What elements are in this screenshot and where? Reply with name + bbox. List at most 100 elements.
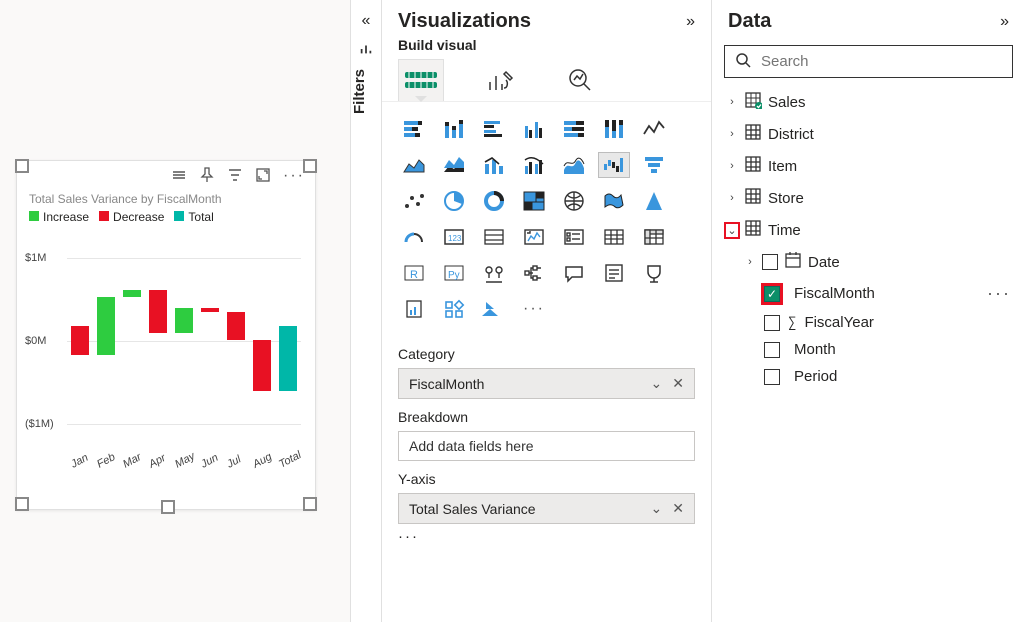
expand-filters-icon[interactable]: « xyxy=(351,0,381,42)
power-automate-icon[interactable] xyxy=(478,296,510,322)
stacked-column-chart-icon[interactable] xyxy=(438,116,470,142)
resize-handle[interactable] xyxy=(15,159,29,173)
drill-icon[interactable] xyxy=(171,167,187,186)
resize-handle[interactable] xyxy=(303,497,317,511)
gauge-icon[interactable] xyxy=(398,224,430,250)
chevron-right-icon[interactable]: › xyxy=(726,128,738,140)
chart-bar[interactable] xyxy=(97,297,115,355)
smart-narrative-icon[interactable] xyxy=(598,260,630,286)
100pct-stacked-column-icon[interactable] xyxy=(598,116,630,142)
chevron-right-icon[interactable]: › xyxy=(726,96,738,108)
remove-field-icon[interactable]: ✕ xyxy=(672,500,684,517)
area-chart-icon[interactable] xyxy=(398,152,430,178)
chart-bar[interactable] xyxy=(227,312,245,341)
checkbox[interactable] xyxy=(764,342,780,358)
azure-map-icon[interactable] xyxy=(638,188,670,214)
resize-handle[interactable] xyxy=(15,497,29,511)
chart-bar[interactable] xyxy=(279,326,297,391)
filters-pane-collapsed[interactable]: « Filters xyxy=(350,0,382,622)
checkbox[interactable] xyxy=(764,315,780,331)
chart-bar[interactable] xyxy=(149,290,167,333)
chart-bar[interactable] xyxy=(201,308,219,312)
chart-bar[interactable] xyxy=(123,290,141,297)
table-district[interactable]: ›District xyxy=(724,118,1013,150)
field-fiscalmonth[interactable]: ✓FiscalMonth··· xyxy=(724,278,1013,309)
qna-icon[interactable] xyxy=(558,260,590,286)
clustered-column-chart-icon[interactable] xyxy=(518,116,550,142)
chevron-right-icon[interactable]: › xyxy=(726,160,738,172)
checkbox[interactable] xyxy=(764,369,780,385)
key-influencers-icon[interactable] xyxy=(478,260,510,286)
pin-icon[interactable] xyxy=(199,167,215,186)
slicer-icon[interactable] xyxy=(558,224,590,250)
resize-handle[interactable] xyxy=(303,159,317,173)
waterfall-chart-icon[interactable] xyxy=(598,152,630,178)
well-breakdown[interactable]: Add data fields here xyxy=(398,431,695,461)
chart-bar[interactable] xyxy=(71,326,89,355)
viz-tab-strip xyxy=(382,53,711,102)
more-options-icon[interactable]: ··· xyxy=(283,167,305,186)
metrics-icon[interactable] xyxy=(638,260,670,286)
py-visual-icon[interactable]: Py xyxy=(438,260,470,286)
matrix-icon[interactable] xyxy=(638,224,670,250)
ribbon-chart-icon[interactable] xyxy=(558,152,590,178)
tab-build-visual[interactable] xyxy=(398,59,444,101)
collapse-data-icon[interactable]: » xyxy=(1000,13,1009,31)
collapse-viz-icon[interactable]: » xyxy=(686,13,695,31)
chevron-down-icon[interactable]: ⌄ xyxy=(726,224,738,237)
stacked-bar-chart-icon[interactable] xyxy=(398,116,430,142)
chart-bar[interactable] xyxy=(253,340,271,390)
more-wells-icon[interactable]: ··· xyxy=(398,524,695,545)
r-visual-icon[interactable]: R xyxy=(398,260,430,286)
well-category[interactable]: FiscalMonth ⌄✕ xyxy=(398,368,695,399)
table-sales[interactable]: ›Sales xyxy=(724,86,1013,118)
paginated-report-icon[interactable] xyxy=(398,296,430,322)
table-time[interactable]: ⌄Time xyxy=(724,214,1013,246)
line-chart-icon[interactable] xyxy=(638,116,670,142)
scatter-chart-icon[interactable] xyxy=(398,188,430,214)
search-box[interactable] xyxy=(724,45,1013,78)
chevron-right-icon[interactable]: › xyxy=(726,192,738,204)
decomposition-tree-icon[interactable] xyxy=(518,260,550,286)
checkbox[interactable] xyxy=(762,254,778,270)
line-stacked-column-icon[interactable] xyxy=(478,152,510,178)
checkbox[interactable]: ✓ xyxy=(764,286,780,302)
kpi-icon[interactable] xyxy=(518,224,550,250)
treemap-icon[interactable] xyxy=(518,188,550,214)
field-more-icon[interactable]: ··· xyxy=(987,283,1011,304)
pie-chart-icon[interactable] xyxy=(438,188,470,214)
get-more-visuals-icon[interactable]: ··· xyxy=(518,296,550,322)
remove-field-icon[interactable]: ✕ xyxy=(672,375,684,392)
map-icon[interactable] xyxy=(558,188,590,214)
field-month[interactable]: Month xyxy=(724,336,1013,363)
chevron-down-icon[interactable]: ⌄ xyxy=(651,500,663,517)
funnel-chart-icon[interactable] xyxy=(638,152,670,178)
field-period[interactable]: Period xyxy=(724,363,1013,390)
chart-bar[interactable] xyxy=(175,308,193,333)
power-apps-icon[interactable] xyxy=(438,296,470,322)
filled-map-icon[interactable] xyxy=(598,188,630,214)
resize-handle[interactable] xyxy=(161,500,175,514)
report-canvas[interactable]: ··· Total Sales Variance by FiscalMonth … xyxy=(0,0,350,622)
table-icon[interactable] xyxy=(598,224,630,250)
chevron-right-icon[interactable]: › xyxy=(744,256,756,268)
100pct-stacked-bar-icon[interactable] xyxy=(558,116,590,142)
field-date[interactable]: ›Date xyxy=(724,246,1013,278)
clustered-bar-chart-icon[interactable] xyxy=(478,116,510,142)
visual-waterfall[interactable]: ··· Total Sales Variance by FiscalMonth … xyxy=(16,160,316,510)
line-clustered-column-icon[interactable] xyxy=(518,152,550,178)
search-input[interactable] xyxy=(759,52,1002,71)
multi-row-card-icon[interactable] xyxy=(478,224,510,250)
card-icon[interactable]: 123 xyxy=(438,224,470,250)
tab-analytics[interactable] xyxy=(558,59,604,101)
stacked-area-chart-icon[interactable] xyxy=(438,152,470,178)
table-store[interactable]: ›Store xyxy=(724,182,1013,214)
chevron-down-icon[interactable]: ⌄ xyxy=(651,375,663,392)
table-item[interactable]: ›Item xyxy=(724,150,1013,182)
filter-icon[interactable] xyxy=(227,167,243,186)
well-yaxis[interactable]: Total Sales Variance ⌄✕ xyxy=(398,493,695,524)
donut-chart-icon[interactable] xyxy=(478,188,510,214)
tab-format-visual[interactable] xyxy=(478,59,524,101)
focus-mode-icon[interactable] xyxy=(255,167,271,186)
field-fiscalyear[interactable]: ∑FiscalYear xyxy=(724,309,1013,336)
